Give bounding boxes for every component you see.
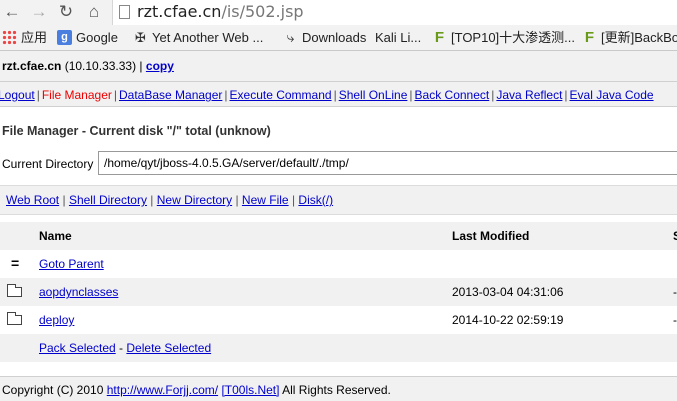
parent-icon: =: [11, 255, 20, 271]
size-column-header: S: [673, 229, 677, 243]
page-title: File Manager - Current disk "/" total (u…: [2, 124, 271, 138]
bookmark-kali[interactable]: Kali Li...: [375, 25, 421, 50]
menu-logout[interactable]: Logout: [0, 88, 35, 102]
table-actions-row: Pack Selected - Delete Selected: [0, 334, 677, 362]
address-bar[interactable]: rzt.cfae.cn/is/502.jsp: [112, 0, 677, 25]
new-file-link[interactable]: New File: [242, 193, 289, 207]
host-ip: (10.10.33.33): [64, 59, 137, 73]
current-directory-label: Current Directory: [2, 157, 94, 171]
browser-toolbar: ← → ↻ ⌂ rzt.cfae.cn/is/502.jsp: [0, 0, 677, 25]
menu-database-manager[interactable]: DataBase Manager: [119, 88, 222, 102]
bookmark-yet-another-web[interactable]: ✠ Yet Another Web ...: [133, 25, 263, 50]
bookmark-apps[interactable]: 应用: [2, 25, 47, 50]
size-value: -: [673, 313, 677, 327]
folder-link[interactable]: deploy: [39, 313, 74, 327]
directory-links-bar: Web Root | Shell Directory | New Directo…: [0, 185, 677, 215]
name-column-header: Name: [39, 229, 72, 243]
google-icon: g: [57, 30, 72, 46]
disk-link[interactable]: Disk(/): [298, 193, 333, 207]
f-icon: F: [584, 29, 595, 47]
pack-selected-link[interactable]: Pack Selected: [39, 341, 116, 355]
copy-link[interactable]: copy: [146, 59, 174, 73]
back-arrow-icon[interactable]: ←: [2, 2, 22, 22]
copyright-text: Copyright (C) 2010: [2, 383, 104, 397]
bookmark-downloads[interactable]: ⤷ Downloads: [283, 25, 367, 50]
menu-eval-java-code[interactable]: Eval Java Code: [570, 88, 654, 102]
host-bar: rzt.cfae.cn (10.10.33.33) | copy: [0, 51, 677, 82]
footer: Copyright (C) 2010 http://www.Forjj.com/…: [0, 376, 677, 401]
host-name: rzt.cfae.cn: [2, 59, 62, 73]
bookmark-backbox[interactable]: F [更新]BackBo: [582, 25, 677, 50]
menu-shell-online[interactable]: Shell OnLine: [339, 88, 408, 102]
url-text: rzt.cfae.cn/is/502.jsp: [137, 2, 304, 21]
page-icon: [119, 5, 130, 19]
new-directory-link[interactable]: New Directory: [157, 193, 232, 207]
folder-icon: [7, 284, 22, 297]
modified-date: 2013-03-04 04:31:06: [452, 285, 564, 299]
t00ls-link[interactable]: [T00ls.Net]: [221, 383, 279, 397]
apps-icon: [2, 30, 17, 46]
modified-date: 2014-10-22 02:59:19: [452, 313, 564, 327]
menu-back-connect[interactable]: Back Connect: [415, 88, 490, 102]
menu-java-reflect[interactable]: Java Reflect: [496, 88, 562, 102]
main-menu: Logout | File Manager | DataBase Manager | Exe…: [0, 82, 677, 107]
forward-arrow-icon[interactable]: →: [29, 2, 49, 22]
delete-selected-link[interactable]: Delete Selected: [126, 341, 211, 355]
bookmarks-bar: 应用 g Google ✠ Yet Another Web ... ⤷ Downloa…: [0, 25, 677, 51]
reload-icon[interactable]: ↻: [56, 2, 76, 22]
table-header: Name Last Modified S: [0, 222, 677, 250]
size-value: -: [673, 285, 677, 299]
menu-file-manager[interactable]: File Manager: [42, 88, 112, 102]
download-icon: ⤷: [286, 29, 295, 46]
pin-icon: ✠: [135, 30, 146, 46]
table-row: aopdynclasses 2013-03-04 04:31:06 -: [0, 278, 677, 306]
forjj-link[interactable]: http://www.Forjj.com/: [107, 383, 218, 397]
menu-execute-command[interactable]: Execute Command: [230, 88, 332, 102]
table-row: deploy 2014-10-22 02:59:19 -: [0, 306, 677, 334]
home-icon[interactable]: ⌂: [84, 2, 104, 22]
goto-parent-link[interactable]: Goto Parent: [39, 257, 104, 271]
current-directory-input[interactable]: [98, 151, 677, 175]
web-root-link[interactable]: Web Root: [6, 193, 59, 207]
last-modified-column-header: Last Modified: [452, 229, 530, 243]
table-row: = Goto Parent: [0, 250, 677, 278]
folder-icon: [7, 312, 22, 325]
rights-text: All Rights Reserved.: [282, 383, 391, 397]
bookmark-top10[interactable]: F [TOP10]十大渗透测...: [432, 25, 575, 50]
f-icon: F: [434, 29, 445, 47]
folder-link[interactable]: aopdynclasses: [39, 285, 118, 299]
bookmark-google[interactable]: g Google: [57, 25, 118, 50]
shell-directory-link[interactable]: Shell Directory: [69, 193, 147, 207]
